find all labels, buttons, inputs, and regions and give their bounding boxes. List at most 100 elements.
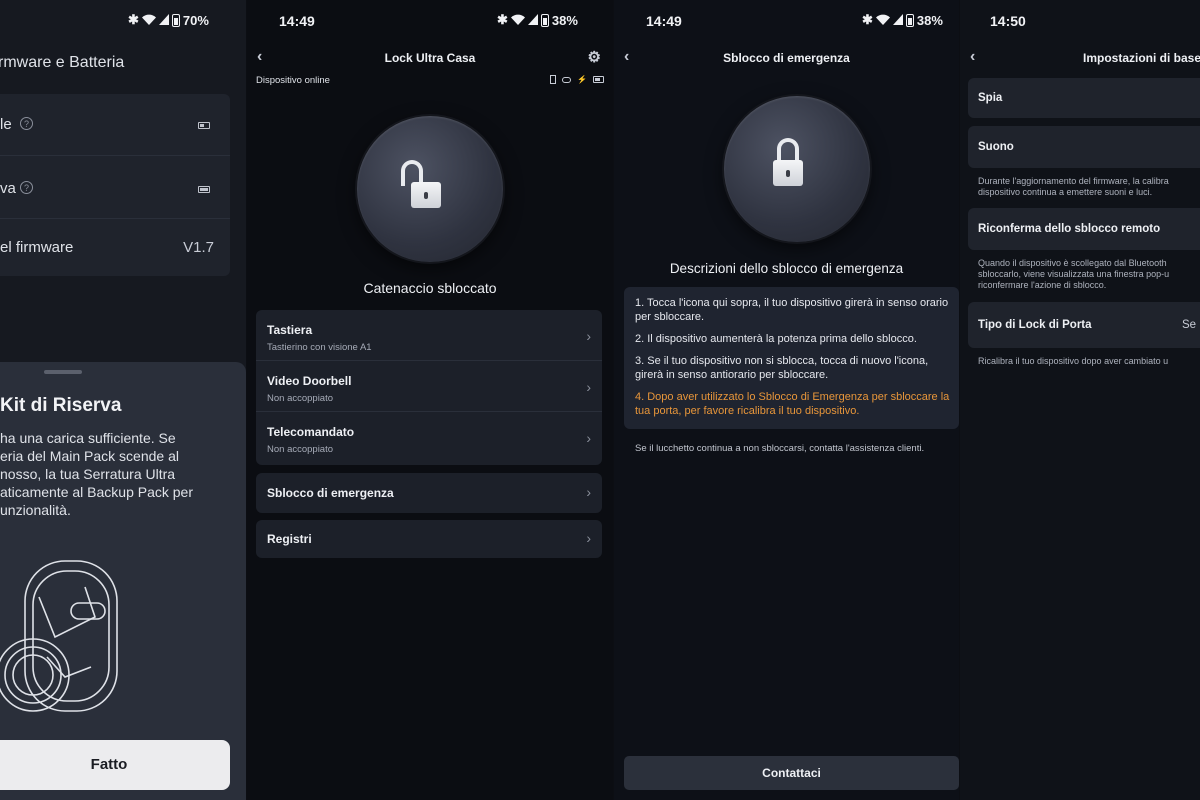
- done-button[interactable]: Fatto: [0, 740, 230, 790]
- wifi-icon: [510, 13, 525, 28]
- battery-percent: 38%: [551, 12, 578, 28]
- battery-card: le ? va ? el firmware V1.7: [0, 94, 230, 276]
- unlocked-padlock-icon: [397, 160, 457, 216]
- device-status-icons: ⚡: [550, 75, 604, 84]
- bluetooth-icon: ✱: [862, 12, 873, 27]
- status-bar: ✱ 70%: [0, 0, 246, 40]
- logs-label: Registri: [267, 532, 312, 546]
- screen-firmware-battery: ✱ 70% rmware e Batteria le ? va ? el fir…: [0, 0, 246, 800]
- battery-percent: 70%: [182, 12, 209, 28]
- support-note: Se il lucchetto continua a non sbloccars…: [635, 443, 925, 454]
- battery-icon: [905, 13, 914, 27]
- battery-row-backup[interactable]: va ?: [0, 156, 230, 219]
- item-title: Tastiera: [267, 323, 313, 337]
- battery-icon: [171, 13, 180, 27]
- signal-icon: [527, 13, 538, 28]
- item-subtitle: Non accoppiato: [267, 444, 334, 455]
- bluetooth-icon: ✱: [128, 12, 139, 27]
- nav-bar: ‹ Sblocco di emergenza: [614, 44, 959, 74]
- status-time: 14:50: [990, 13, 1026, 29]
- list-item-keypad[interactable]: Tastiera Tastierino con visione A1 ›: [256, 310, 602, 361]
- step-2: 2. Il dispositivo aumenterà la potenza p…: [635, 333, 917, 345]
- help-icon[interactable]: ?: [20, 181, 33, 194]
- firmware-row: el firmware V1.7: [0, 219, 230, 276]
- back-icon[interactable]: ‹: [970, 48, 975, 66]
- setting-remote-confirm[interactable]: Riconferma dello sblocco remoto: [968, 208, 1200, 250]
- nav-bar: ‹ Lock Ultra Casa ⚙: [247, 44, 613, 74]
- backup-kit-sheet: Kit di Riserva ha una carica sufficiente…: [0, 362, 246, 800]
- gear-icon[interactable]: ⚙: [588, 48, 601, 66]
- chevron-right-icon: ›: [586, 530, 591, 546]
- setting-label: Tipo di Lock di Porta: [978, 319, 1092, 331]
- tipo-note: Ricalibra il tuo dispositivo dopo aver c…: [978, 356, 1169, 366]
- battery-icon: [540, 13, 549, 27]
- setting-spia[interactable]: Spia: [968, 78, 1200, 118]
- sheet-body: ha una carica sufficiente. Se eria del M…: [0, 430, 193, 518]
- screen-emergency-unlock: 14:49 ✱ 38% ‹ Sblocco di emergenza Descr…: [614, 0, 959, 800]
- chevron-right-icon: ›: [586, 484, 591, 500]
- item-subtitle: Non accoppiato: [267, 393, 334, 404]
- device-title: Lock Ultra Casa: [384, 51, 476, 65]
- accessories-card: Tastiera Tastierino con visione A1 › Vid…: [256, 310, 602, 465]
- description-title: Descrizioni dello sblocco di emergenza: [669, 261, 904, 276]
- list-item-remote[interactable]: Telecomandato Non accoppiato ›: [256, 412, 602, 463]
- contact-button-label: Contattaci: [762, 766, 821, 780]
- setting-value: Se: [1182, 319, 1197, 331]
- step-3: 3. Se il tuo dispositivo non si sblocca,…: [635, 355, 929, 381]
- suono-note: Durante l'aggiornamento del firmware, la…: [978, 176, 1169, 197]
- setting-label: Riconferma dello sblocco remoto: [978, 223, 1161, 235]
- chevron-right-icon: ›: [586, 379, 591, 395]
- item-title: Video Doorbell: [267, 374, 352, 388]
- item-subtitle: Tastierino con visione A1: [267, 342, 372, 353]
- emergency-unlock-button[interactable]: [724, 96, 870, 242]
- wifi-icon: [141, 13, 156, 28]
- signal-icon: [158, 13, 169, 28]
- lock-illustration: [0, 560, 118, 712]
- door-sensor-icon: [550, 75, 557, 84]
- riconferma-note: Quando il dispositivo è scollegato dal B…: [978, 258, 1170, 290]
- row-label: le: [0, 116, 12, 133]
- setting-suono[interactable]: Suono: [968, 126, 1200, 168]
- instructions-card: 1. Tocca l'icona qui sopra, il tuo dispo…: [624, 287, 959, 429]
- page-title: Sblocco di emergenza: [723, 51, 850, 65]
- device-battery-icon: [593, 76, 604, 83]
- logs-item[interactable]: Registri ›: [256, 520, 602, 558]
- status-icons: ✱ 70%: [128, 12, 209, 28]
- item-title: Telecomandato: [267, 425, 355, 439]
- screen-basic-settings: 14:50 ‹ Impostazioni di base Spia Suono …: [960, 0, 1200, 800]
- device-status: Dispositivo online: [256, 75, 330, 86]
- battery-level-icon: [198, 186, 210, 193]
- battery-level-icon: [198, 122, 210, 129]
- status-icons: ✱ 38%: [497, 12, 578, 28]
- list-item-doorbell[interactable]: Video Doorbell Non accoppiato ›: [256, 361, 602, 412]
- setting-label: Spia: [978, 92, 1003, 104]
- nav-bar: ‹ Impostazioni di base: [960, 44, 1200, 74]
- help-icon[interactable]: ?: [20, 117, 33, 130]
- step-1: 1. Tocca l'icona qui sopra, il tuo dispo…: [635, 297, 949, 323]
- status-bar: 14:50: [960, 0, 1200, 40]
- battery-row-main[interactable]: le ?: [0, 94, 230, 156]
- row-label: va: [0, 180, 16, 197]
- screen-lock-home: 14:49 ✱ 38% ‹ Lock Ultra Casa ⚙ Disposit…: [247, 0, 613, 800]
- setting-door-lock-type[interactable]: Tipo di Lock di Porta Se: [968, 302, 1200, 348]
- padlock-icon: [768, 138, 828, 194]
- page-title: Impostazioni di base: [1083, 51, 1200, 65]
- sheet-title: Kit di Riserva: [0, 395, 122, 416]
- page-title: rmware e Batteria: [0, 54, 125, 71]
- cloud-icon: [562, 76, 572, 83]
- bluetooth-icon: ✱: [497, 12, 508, 27]
- unlock-button[interactable]: [357, 116, 503, 262]
- done-button-label: Fatto: [90, 756, 128, 773]
- battery-percent: 38%: [916, 12, 943, 28]
- signal-icon: [892, 13, 903, 28]
- emergency-unlock-item[interactable]: Sblocco di emergenza ›: [256, 473, 602, 513]
- sheet-handle[interactable]: [44, 370, 82, 374]
- wifi-icon: [875, 13, 890, 28]
- contact-button[interactable]: Contattaci: [624, 756, 959, 790]
- status-bar: 14:49 ✱ 38%: [247, 0, 613, 40]
- chevron-right-icon: ›: [586, 328, 591, 344]
- step-4-warning: 4. Dopo aver utilizzato lo Sblocco di Em…: [635, 391, 950, 417]
- chevron-right-icon: ›: [586, 430, 591, 446]
- lock-state: Catenaccio sbloccato: [363, 280, 497, 296]
- setting-label: Suono: [978, 141, 1014, 153]
